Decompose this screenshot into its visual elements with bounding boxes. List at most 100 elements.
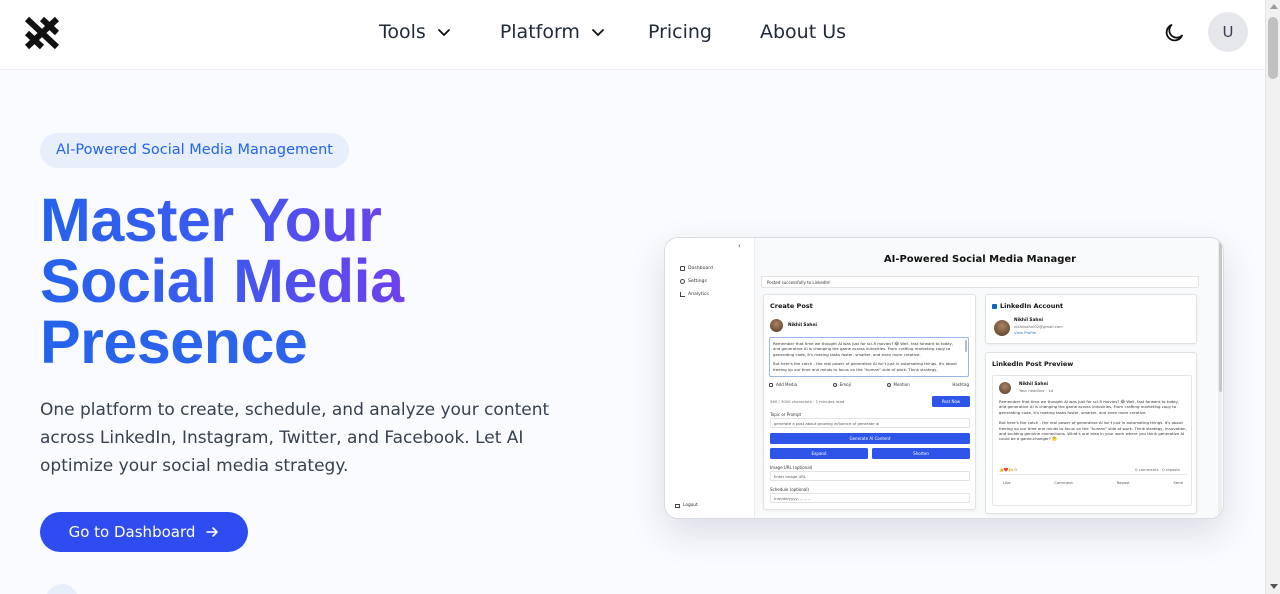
create-post-heading: Create Post xyxy=(770,302,813,310)
nav-item-label: Tools xyxy=(379,21,426,43)
mock-main: AI-Powered Social Media Manager Posted s… xyxy=(755,238,1223,518)
hero-title-line: Social Media xyxy=(40,251,460,312)
preview-action-repost: Repost xyxy=(1116,480,1130,485)
nav-item-platform[interactable]: Platform xyxy=(500,21,606,43)
mock-post-tools: Add Media Emoji Mention Hashtag xyxy=(769,382,969,387)
view-profile-link: View Profile xyxy=(1014,330,1037,335)
preview-paragraph: But here's the catch - the real power of… xyxy=(999,420,1187,442)
sidebar-item-label: Settings xyxy=(688,279,707,284)
mock-linkedin-account-card: LinkedIn Account Nikhil Sahni nikhilsahn… xyxy=(985,294,1197,344)
mock-avatar xyxy=(994,320,1010,336)
nav-item-label: Platform xyxy=(499,21,580,43)
arrow-right-icon xyxy=(206,527,219,537)
mock-post-textarea: Remember that time we thought AI was jus… xyxy=(769,337,969,377)
mock-avatar xyxy=(770,319,783,332)
mock-sidebar-item-settings: Settings xyxy=(680,279,707,284)
at-icon xyxy=(886,382,891,387)
char-counter: 560 / 3000 characters · 1 minutes read xyxy=(770,399,845,404)
mock-schedule-input: mm/dd/yyyy, -- -- -- xyxy=(770,493,970,503)
image-url-label: Image URL (optional) xyxy=(770,465,813,470)
nav-item-tools[interactable]: Tools xyxy=(379,21,452,43)
nav-item-label: About Us xyxy=(760,21,847,43)
preview-name: Nikhil Sahni xyxy=(1019,382,1049,387)
tool-label: Mention xyxy=(893,382,910,387)
hero-title: Master Your Social Media Presence xyxy=(40,190,460,373)
schedule-label: Schedule (optional) xyxy=(770,487,809,492)
moon-icon[interactable] xyxy=(1162,21,1186,45)
account-name: Nikhil Sahni xyxy=(1014,318,1044,323)
nav-item-pricing[interactable]: Pricing xyxy=(648,21,712,43)
preview-action-like: Like xyxy=(1003,480,1011,485)
home-icon xyxy=(680,266,685,271)
preview-actions: Like Comment Repost Send xyxy=(1003,480,1183,485)
chevron-down-icon xyxy=(592,29,604,36)
mock-sidebar-item-dashboard: Dashboard xyxy=(680,266,713,271)
button-label: Shorten xyxy=(913,451,929,456)
page-scrollbar[interactable] xyxy=(1265,0,1280,594)
x-logo-icon[interactable] xyxy=(24,16,60,50)
sidebar-item-label: Analytics xyxy=(688,292,709,297)
mock-toast: Posted successfully to LinkedIn! xyxy=(761,276,1199,288)
nav-item-label: Pricing xyxy=(647,21,712,43)
sidebar-item-label: Dashboard xyxy=(688,266,713,271)
hero-badge: AI-Powered Social Media Management xyxy=(40,133,349,168)
tool-label: Emoji xyxy=(839,382,851,387)
preview-action-comment: Comment xyxy=(1054,480,1073,485)
logout-icon xyxy=(675,503,680,508)
collapse-sidebar-icon: ‹ xyxy=(738,242,741,250)
draft-text: Remember that time we thought AI was jus… xyxy=(773,341,954,357)
partial-circle-decoration xyxy=(46,584,78,594)
hero-title-line: Presence xyxy=(40,312,460,373)
button-label: Generate AI Content xyxy=(849,436,891,441)
hashtag-tool: Hashtag xyxy=(945,382,969,387)
preview-action-send: Send xyxy=(1173,480,1183,485)
textarea-scrollbar xyxy=(965,340,967,352)
mock-post-now-button: Post Now xyxy=(932,396,970,407)
scroll-down-arrow-icon[interactable] xyxy=(1270,584,1278,589)
bar-chart-icon xyxy=(680,292,685,297)
emoji-tool: Emoji xyxy=(832,382,851,387)
heading-text: LinkedIn Account xyxy=(1000,302,1064,310)
preview-paragraph: Remember that time we thought AI was jus… xyxy=(999,399,1180,415)
mock-expand-button: Expand xyxy=(770,448,868,459)
mock-shorten-button: Shorten xyxy=(872,448,970,459)
preview-divider xyxy=(999,474,1187,475)
draft-text: But here's the catch - the real power of… xyxy=(773,361,957,372)
mock-title: AI-Powered Social Media Manager xyxy=(883,254,1077,265)
mock-generate-button: Generate AI Content xyxy=(770,433,970,444)
chevron-down-icon xyxy=(437,29,450,36)
user-avatar[interactable]: U xyxy=(1208,12,1248,52)
preview-reactions: 👍❤️🙌 0 xyxy=(999,467,1017,472)
dashboard-preview-mockup: ‹ Dashboard Settings Analytics Logout AI… xyxy=(664,237,1224,519)
tool-label: Add Media xyxy=(776,382,798,387)
mock-sidebar: ‹ Dashboard Settings Analytics Logout xyxy=(665,238,755,518)
scrollbar-thumb[interactable] xyxy=(1268,17,1278,79)
mock-scrollbar xyxy=(1218,238,1222,518)
linkedin-account-heading: LinkedIn Account xyxy=(992,302,1063,310)
topic-label: Topic or Prompt xyxy=(770,412,802,417)
account-email: nikhilsahni02@gmail.com xyxy=(1014,324,1063,329)
hero-description: One platform to create, schedule, and an… xyxy=(40,400,550,476)
mock-create-post-card: Create Post Nikhil Sahni Remember that t… xyxy=(763,294,976,510)
scroll-up-arrow-icon[interactable] xyxy=(1270,4,1278,9)
mock-linkedin-preview-card: LinkedIn Post Preview Nikhil Sahni Your … xyxy=(985,352,1197,514)
button-label: Post Now xyxy=(941,399,961,404)
mock-logout: Logout xyxy=(675,503,698,508)
mock-user-name: Nikhil Sahni xyxy=(788,323,818,328)
button-label: Expand xyxy=(811,451,827,456)
linkedin-icon xyxy=(992,303,997,309)
mock-topic-input: generate a post about growing influence … xyxy=(770,418,970,428)
hashtag-icon xyxy=(945,383,949,387)
top-navbar: Tools Platform Pricing About Us U xyxy=(0,0,1265,70)
go-to-dashboard-button[interactable]: Go to Dashboard xyxy=(40,512,248,552)
mock-scroll-thumb xyxy=(1218,242,1222,392)
image-icon xyxy=(769,382,773,387)
nav-item-about-us[interactable]: About Us xyxy=(760,21,846,43)
gear-icon xyxy=(680,279,685,284)
mock-preview-post: Nikhil Sahni Your headline · 1d Remember… xyxy=(992,375,1192,506)
add-media-tool: Add Media xyxy=(769,382,797,387)
hero-title-line: Master Your xyxy=(40,190,460,251)
mock-image-url-input: Enter Image URL xyxy=(770,471,970,481)
mock-avatar xyxy=(999,382,1011,394)
mock-sidebar-item-analytics: Analytics xyxy=(680,292,709,297)
